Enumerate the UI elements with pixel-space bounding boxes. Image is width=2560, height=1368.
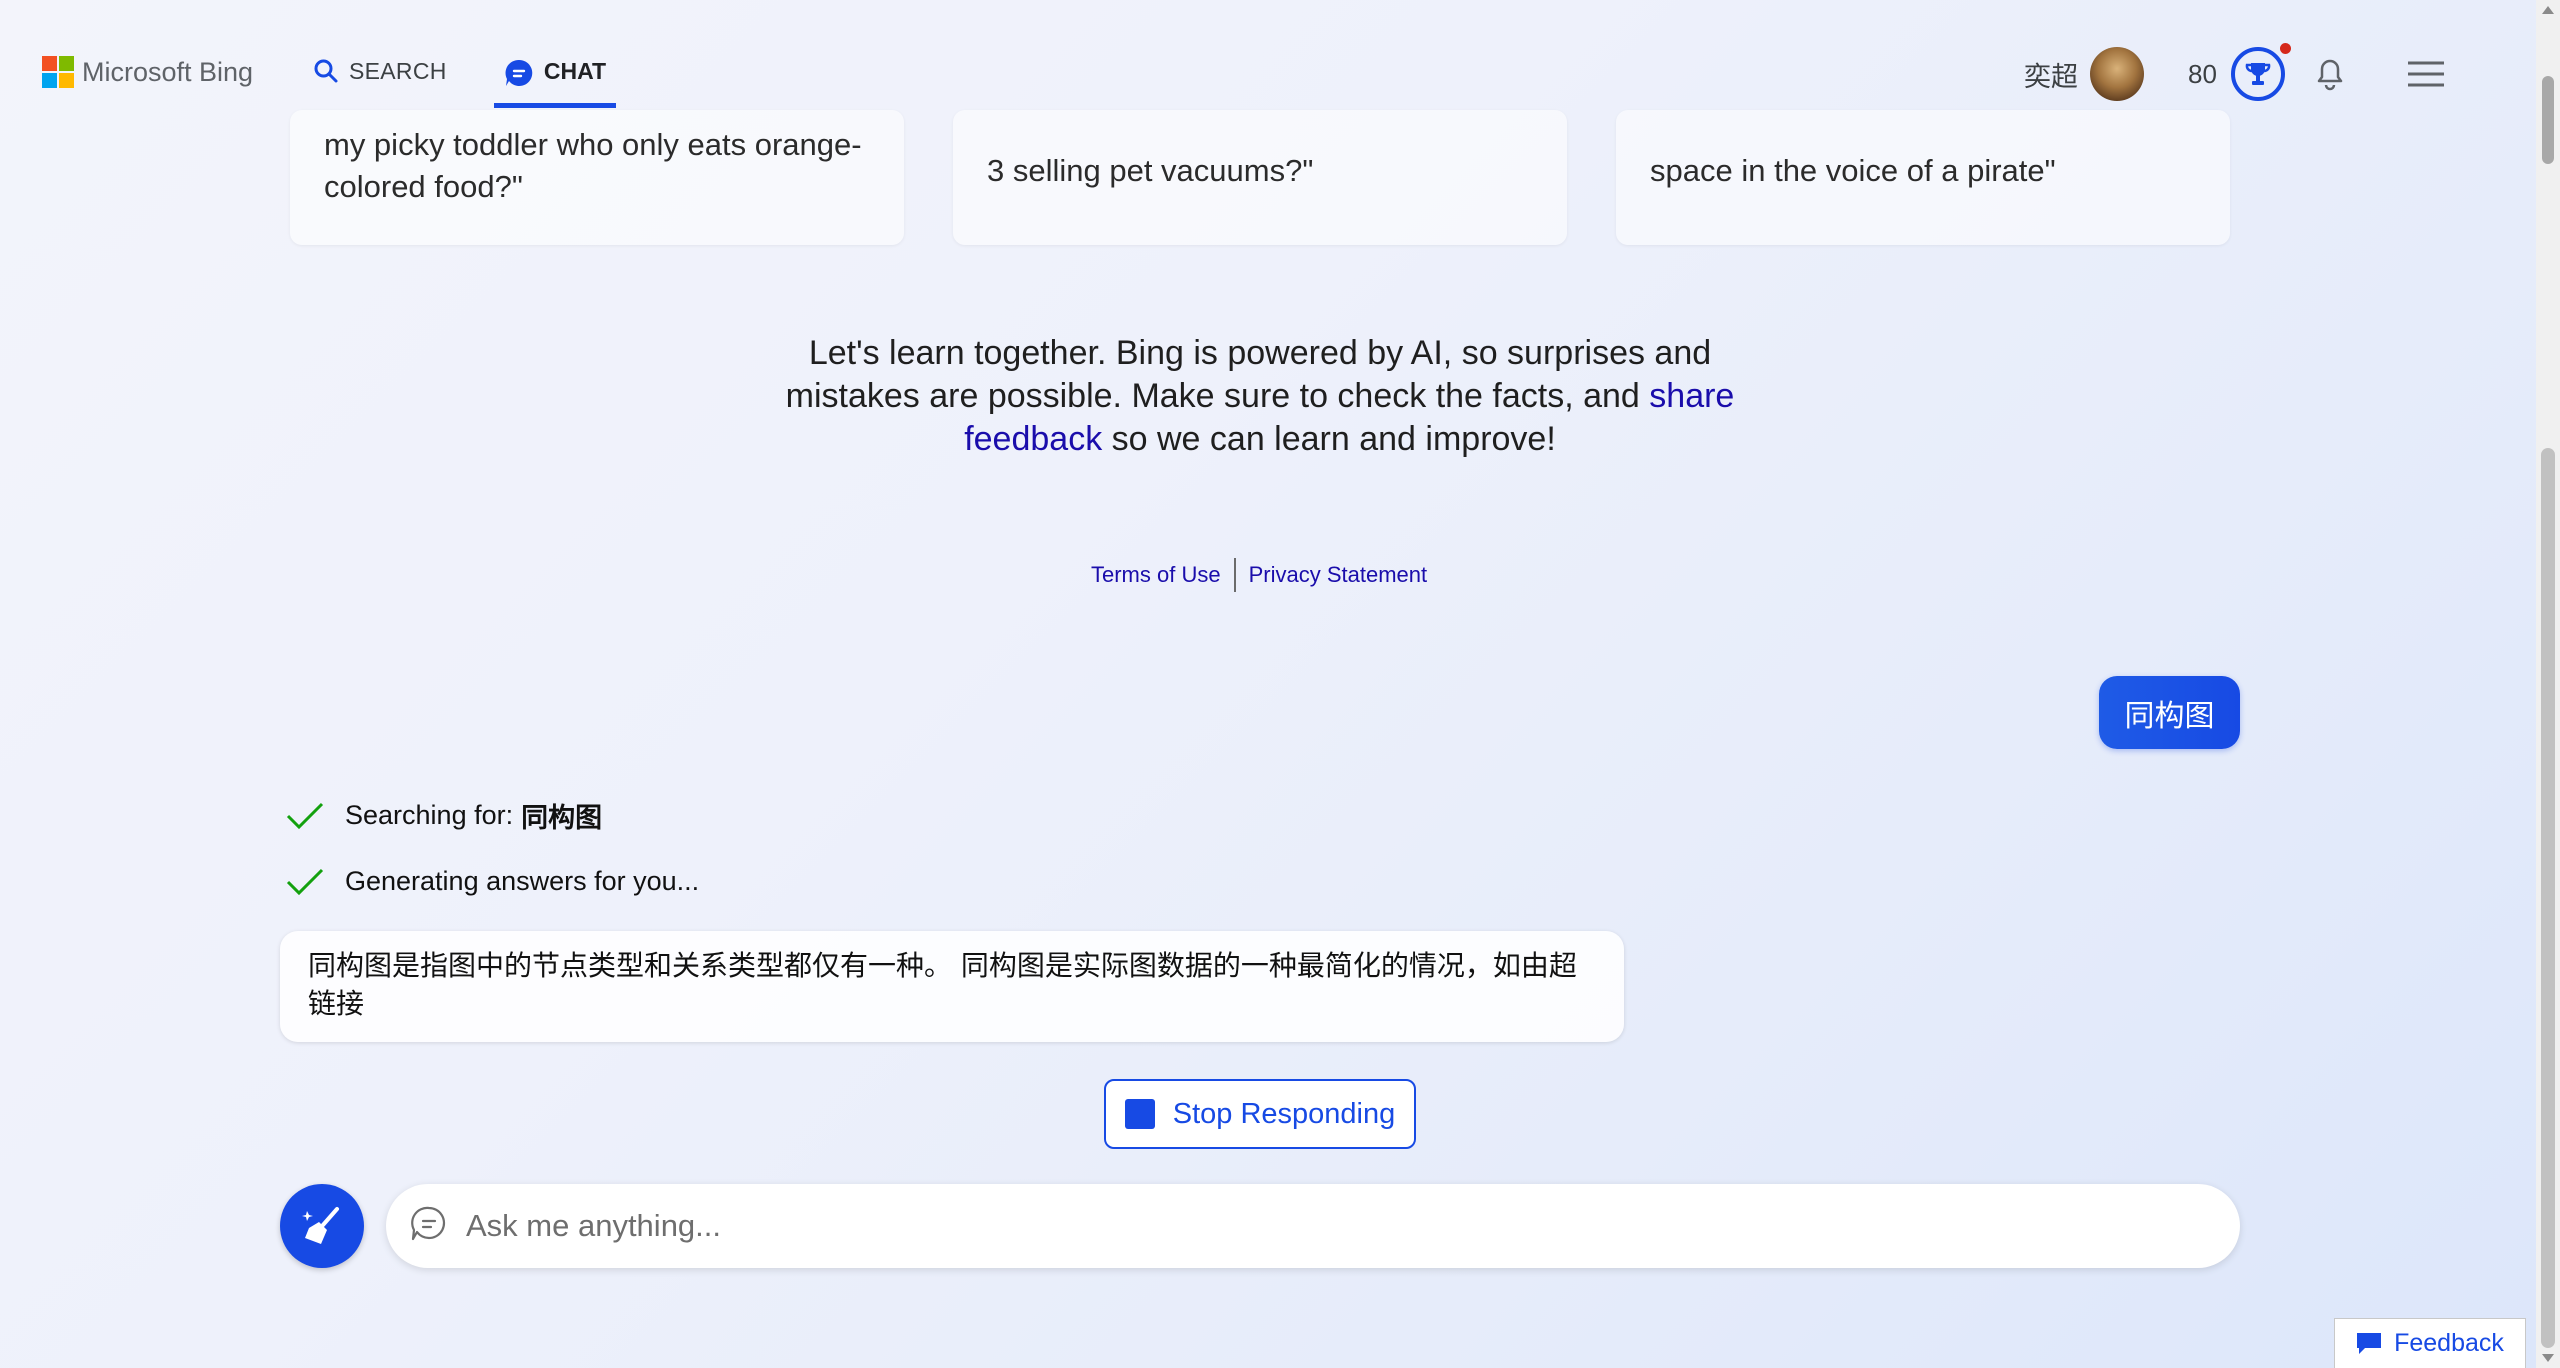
tab-chat-label: CHAT — [543, 58, 607, 84]
feedback-icon — [2356, 1332, 2382, 1356]
suggestion-card[interactable]: space in the voice of a pirate" — [1616, 110, 2230, 245]
checkmark-icon — [285, 867, 325, 897]
suggestion-text: space in the voice of a pirate" — [1650, 153, 2056, 188]
terms-of-use-link[interactable]: Terms of Use — [1091, 562, 1221, 588]
feedback-button[interactable]: Feedback — [2334, 1318, 2526, 1368]
user-name[interactable]: 奕超 — [2024, 55, 2078, 94]
avatar[interactable] — [2090, 47, 2144, 101]
feedback-label: Feedback — [2394, 1329, 2504, 1357]
chat-input[interactable] — [466, 1208, 2166, 1244]
suggestion-card[interactable]: my picky toddler who only eats orange-co… — [290, 110, 904, 245]
legal-links: Terms of Use Privacy Statement — [1091, 558, 1427, 592]
suggestion-text: 3 selling pet vacuums?" — [987, 153, 1314, 188]
stop-responding-button[interactable]: Stop Responding — [1104, 1079, 1416, 1149]
tab-chat[interactable]: CHAT — [494, 52, 616, 108]
scroll-down-icon[interactable] — [2542, 1354, 2554, 1362]
reward-points[interactable]: 80 — [2188, 59, 2217, 90]
bot-answer-bubble: 同构图是指图中的节点类型和关系类型都仅有一种。 同构图是实际图数据的一种最简化的… — [280, 931, 1624, 1042]
chat-input-box[interactable] — [386, 1184, 2240, 1268]
chat-icon — [504, 58, 534, 88]
divider — [1233, 558, 1236, 592]
tab-search-label: SEARCH — [349, 58, 447, 84]
account-area: 奕超 80 — [2024, 43, 2445, 102]
user-message-bubble: 同构图 — [2099, 676, 2240, 749]
microsoft-logo-icon — [42, 56, 74, 88]
ai-disclaimer: Let's learn together. Bing is powered by… — [760, 332, 1760, 461]
progress-searching: Searching for: 同构图 — [285, 796, 602, 835]
stop-icon — [1124, 1099, 1155, 1129]
bing-logo[interactable]: Microsoft Bing — [42, 56, 253, 88]
progress-label: Generating answers for you... — [345, 866, 700, 896]
checkmark-icon — [285, 801, 325, 831]
scroll-thumb[interactable] — [2541, 448, 2555, 1348]
search-icon — [313, 58, 339, 84]
disclaimer-text-end: so we can learn and improve! — [1102, 420, 1556, 458]
scroll-marker — [2542, 76, 2554, 164]
user-message-text: 同构图 — [2124, 698, 2215, 734]
search-query[interactable]: 同构图 — [521, 796, 602, 835]
privacy-statement-link[interactable]: Privacy Statement — [1249, 562, 1428, 588]
notification-dot — [2279, 43, 2291, 54]
disclaimer-text: Let's learn together. Bing is powered by… — [785, 334, 1712, 415]
broom-icon — [302, 1207, 339, 1244]
tab-search[interactable]: SEARCH — [313, 52, 447, 108]
page-scrollbar[interactable] — [2536, 0, 2560, 1368]
logo-text: Microsoft Bing — [82, 56, 254, 87]
rewards-trophy-icon[interactable] — [2230, 43, 2291, 101]
chat-bubble-icon — [410, 1205, 448, 1247]
suggestion-card[interactable]: 3 selling pet vacuums?" — [953, 110, 1567, 245]
bell-icon[interactable] — [2315, 57, 2345, 91]
progress-label: Searching for: — [345, 800, 514, 830]
progress-generating: Generating answers for you... — [285, 866, 699, 897]
suggestion-text: my picky toddler who only eats orange-co… — [324, 127, 862, 204]
scroll-up-icon[interactable] — [2542, 6, 2554, 14]
bot-answer-text: 同构图是指图中的节点类型和关系类型都仅有一种。 同构图是实际图数据的一种最简化的… — [308, 949, 1577, 1020]
hamburger-menu-icon[interactable] — [2407, 60, 2445, 88]
stop-responding-label: Stop Responding — [1172, 1097, 1396, 1130]
new-topic-button[interactable] — [280, 1184, 364, 1268]
